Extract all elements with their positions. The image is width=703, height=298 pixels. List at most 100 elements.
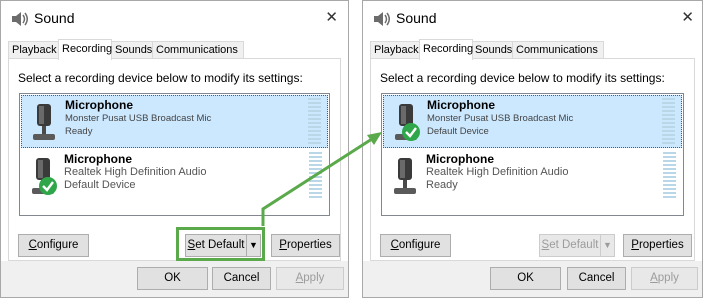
meter-segment [663, 152, 676, 154]
device-description: Monster Pusat USB Broadcast Mic [65, 113, 212, 124]
meter-segment [663, 188, 676, 190]
device-name: Microphone [426, 152, 494, 166]
tab-playback[interactable]: Playback [8, 41, 60, 59]
cancel-button[interactable]: Cancel [212, 267, 271, 290]
tab-sounds[interactable]: Sounds [471, 41, 513, 59]
device-text: Microphone Realtek High Definition Audio… [426, 153, 568, 192]
level-meter [663, 152, 676, 200]
meter-segment [663, 184, 676, 186]
close-icon[interactable]: ✕ [325, 10, 338, 26]
meter-segment [308, 98, 321, 100]
meter-segment [308, 138, 321, 140]
recording-panel: Select a recording device below to modif… [8, 58, 341, 261]
meter-segment [662, 106, 675, 108]
meter-segment [662, 114, 675, 116]
device-name: Microphone [64, 152, 132, 166]
meter-segment [663, 176, 676, 178]
set-default-button[interactable]: Set Default [539, 234, 601, 257]
meter-segment [309, 188, 322, 190]
meter-segment [663, 172, 676, 174]
ok-button[interactable]: OK [137, 267, 208, 290]
meter-segment [662, 102, 675, 104]
meter-segment [662, 122, 675, 124]
cancel-button[interactable]: Cancel [567, 267, 626, 290]
level-meter [308, 98, 321, 146]
meter-segment [662, 110, 675, 112]
device-state: Ready [426, 179, 458, 191]
meter-segment [662, 142, 675, 144]
tab-sounds[interactable]: Sounds [111, 41, 153, 59]
dialog-footer: OK Cancel Apply [1, 261, 348, 297]
sound-dialog-after: Sound ✕ Playback Recording Sounds Commun… [362, 0, 703, 298]
apply-button[interactable]: Apply [276, 267, 344, 290]
meter-segment [309, 184, 322, 186]
meter-segment [308, 114, 321, 116]
meter-segment [663, 160, 676, 162]
device-description: Realtek High Definition Audio [64, 166, 207, 178]
tab-communications[interactable]: Communications [152, 41, 244, 59]
meter-segment [309, 160, 322, 162]
device-state: Default Device [64, 179, 136, 191]
meter-segment [309, 180, 322, 182]
microphone-icon [33, 104, 55, 140]
meter-segment [663, 168, 676, 170]
tab-playback[interactable]: Playback [370, 41, 422, 59]
speaker-icon [374, 12, 390, 26]
meter-segment [309, 176, 322, 178]
title-bar: Sound ✕ [1, 1, 348, 36]
window-title: Sound [396, 10, 437, 26]
close-icon[interactable]: ✕ [681, 10, 694, 26]
configure-button[interactable]: Configure [380, 234, 451, 257]
meter-segment [663, 156, 676, 158]
meter-segment [309, 172, 322, 174]
speaker-icon [12, 12, 28, 26]
device-item-realtek-mic[interactable]: Microphone Realtek High Definition Audio… [21, 150, 328, 203]
meter-segment [662, 134, 675, 136]
meter-segment [309, 156, 322, 158]
meter-segment [662, 118, 675, 120]
apply-button[interactable]: Apply [631, 267, 698, 290]
device-name: Microphone [65, 98, 133, 112]
tab-recording[interactable]: Recording [58, 39, 112, 60]
meter-segment [309, 152, 322, 154]
meter-segment [309, 168, 322, 170]
device-item-monster-mic[interactable]: Microphone Monster Pusat USB Broadcast M… [21, 95, 328, 148]
device-name: Microphone [427, 98, 495, 112]
meter-segment [309, 196, 322, 198]
instruction-text: Select a recording device below to modif… [18, 71, 303, 85]
device-item-monster-mic[interactable]: Microphone Monster Pusat USB Broadcast M… [383, 95, 682, 148]
default-check-icon [39, 177, 57, 195]
default-check-icon [402, 123, 420, 141]
device-state: Default Device [427, 126, 489, 137]
meter-segment [308, 126, 321, 128]
window-title: Sound [34, 10, 75, 26]
meter-segment [308, 102, 321, 104]
device-description: Monster Pusat USB Broadcast Mic [427, 113, 574, 124]
properties-button[interactable]: Properties [623, 234, 692, 257]
tab-strip: Playback Recording Sounds Communications [363, 39, 702, 60]
configure-button[interactable]: Configure [18, 234, 89, 257]
meter-segment [662, 138, 675, 140]
meter-segment [663, 180, 676, 182]
meter-segment [308, 118, 321, 120]
tab-recording[interactable]: Recording [419, 39, 473, 60]
meter-segment [308, 134, 321, 136]
meter-segment [662, 130, 675, 132]
tab-communications[interactable]: Communications [512, 41, 604, 59]
recording-panel: Select a recording device below to modif… [370, 58, 695, 261]
microphone-icon [394, 158, 416, 194]
device-state: Ready [65, 126, 93, 137]
dialog-footer: OK Cancel Apply [363, 261, 702, 297]
meter-segment [309, 164, 322, 166]
device-item-realtek-mic[interactable]: Microphone Realtek High Definition Audio… [383, 150, 682, 203]
meter-segment [308, 106, 321, 108]
instruction-text: Select a recording device below to modif… [380, 71, 665, 85]
properties-button[interactable]: Properties [271, 234, 340, 257]
device-description: Realtek High Definition Audio [426, 166, 569, 178]
meter-segment [662, 126, 675, 128]
ok-button[interactable]: OK [490, 267, 561, 290]
dropdown-arrow-icon[interactable]: ▼ [601, 234, 615, 257]
meter-segment [308, 130, 321, 132]
set-default-split-button[interactable]: Set Default ▼ [539, 234, 615, 257]
set-default-highlight [176, 227, 265, 261]
